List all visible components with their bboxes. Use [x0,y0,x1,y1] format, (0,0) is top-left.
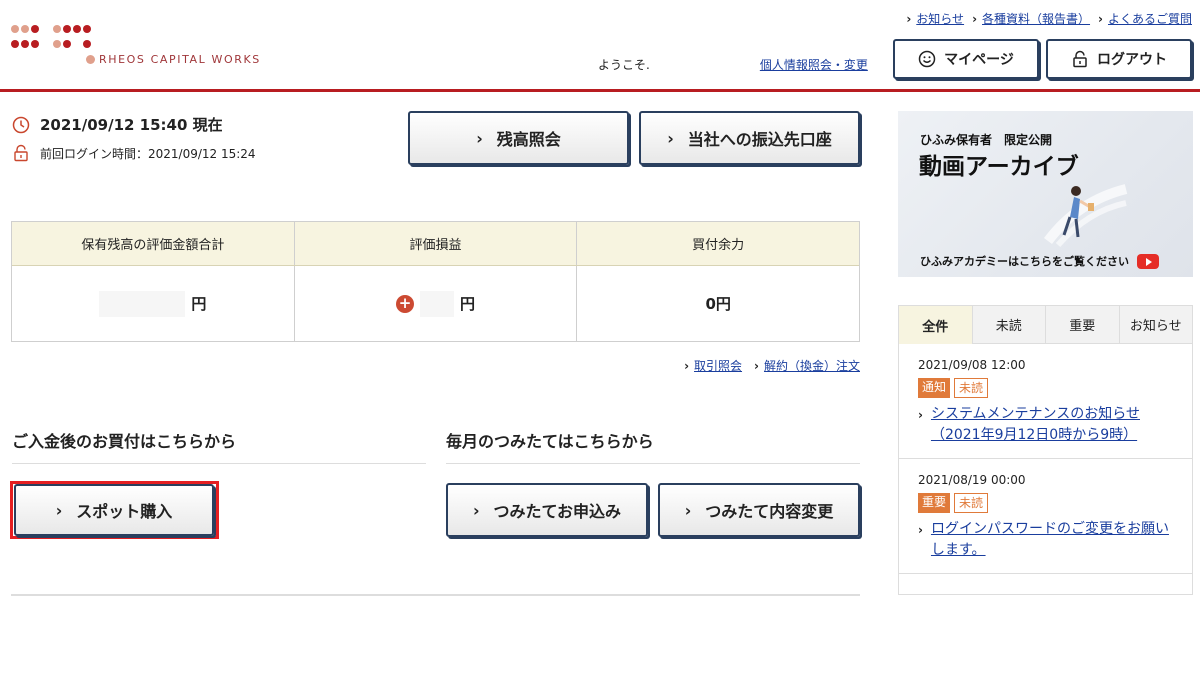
summary-header-total: 保有残高の評価金額合計 [12,222,295,265]
chevron-right-icon: › [684,358,690,373]
summary-value-row: 円 + 円 0円 [12,266,859,341]
monthly-change-label: つみたて内容変更 [705,502,834,521]
link-faq[interactable]: よくあるご質問 [1108,10,1192,27]
youtube-icon [1137,253,1159,269]
news-date: 2021/09/08 12:00 [918,358,1026,372]
mypage-label: マイページ [944,52,1014,68]
chevron-right-icon: › [684,500,692,520]
chevron-right-icon: › [918,408,923,422]
pl-amount-mask [420,290,454,317]
chevron-right-icon: › [55,500,63,520]
smile-icon [918,50,936,68]
balance-label: 残高照会 [496,130,561,149]
transaction-links: › 取引照会 › 解約（換金）注文 [684,357,860,374]
monthly-change-button[interactable]: › つみたて内容変更 [658,483,860,537]
summary-header-pl: 評価損益 [295,222,578,265]
spot-purchase-button[interactable]: › スポット購入 [14,484,214,536]
transfer-label: 当社への振込先口座 [687,130,832,149]
news-title-row: › ログインパスワードのご変更をお願いします。 [918,519,1174,561]
summary-pl-cell: + 円 [295,266,578,341]
video-archive-banner[interactable]: ひふみ保有者 限定公開 動画アーカイブ ひふみアカデミーはこちらをご覧ください [898,111,1193,277]
summary-total-cell: 円 [12,266,295,341]
summary-total-unit: 円 [191,295,207,313]
chevron-right-icon: › [972,11,978,26]
unlock-icon [14,144,28,162]
banner-title: 動画アーカイブ [919,154,1079,180]
logout-label: ログアウト [1097,52,1167,68]
brand-name: RHEOS CAPITAL WORKS [86,53,261,66]
monthly-apply-label: つみたてお申込み [493,502,622,521]
news-title-link[interactable]: ログインパスワードのご変更をお願いします。 [931,519,1174,561]
news-date: 2021/08/19 00:00 [918,473,1026,487]
summary-buying-power-value: 0円 [705,295,731,313]
spot-section-title: ご入金後のお買付はこちらから [12,432,237,451]
last-login-text: 前回ログイン時間：2021/09/12 15:24 [40,146,256,161]
section-bottom-divider [11,594,860,596]
banner-footer-text: ひふみアカデミーはこちらをご覧ください [920,255,1129,268]
transfer-account-button[interactable]: › 当社への振込先口座 [639,111,860,165]
chevron-right-icon: › [667,128,674,148]
tab-notices[interactable]: お知らせ [1119,306,1192,344]
summary-header-buying-power: 買付余力 [692,238,745,253]
summary-header-row: 保有残高の評価金額合計 評価損益 買付余力 [12,222,859,266]
balance-summary-table: 保有残高の評価金額合計 評価損益 買付余力 円 + 円 0円 [11,221,860,342]
link-redemption-order[interactable]: 解約（換金）注文 [764,357,860,374]
logout-button[interactable]: ログアウト [1046,39,1192,79]
badge-unread: 未読 [954,493,989,513]
chevron-right-icon: › [1098,11,1103,26]
username-mask [649,51,750,77]
chevron-right-icon: › [918,523,923,537]
monthly-apply-button[interactable]: › つみたてお申込み [446,483,648,537]
chevron-right-icon: › [754,358,759,373]
badge-important: 重要 [918,493,951,513]
plus-icon: + [396,294,414,313]
current-datetime: 2021/09/12 15:40 現在 [12,114,223,135]
badge-notice: 通知 [918,378,951,398]
datetime-text: 2021/09/12 15:40 現在 [40,116,223,134]
link-transaction-history[interactable]: 取引照会 [694,357,742,374]
divider [446,463,860,464]
clock-icon [12,116,30,133]
banner-footer: ひふみアカデミーはこちらをご覧ください [920,253,1159,269]
chevron-right-icon: › [472,500,480,520]
news-item: 2021/08/19 00:00 重要 未読 › ログインパスワードのご変更をお… [899,459,1192,574]
brand-text: RHEOS CAPITAL WORKS [99,53,261,66]
top-links: › お知らせ › 各種資料（報告書） › よくあるご質問 [906,10,1192,27]
welcome-text: ようこそ. [598,57,650,72]
brand-logo[interactable] [10,24,100,50]
logout-lock-icon [1073,50,1087,68]
news-panel: 全件 未読 重要 お知らせ 2021/09/08 12:00 通知 未読 › シ… [898,305,1193,595]
summary-pl-unit: 円 [460,295,476,313]
news-title-link[interactable]: システムメンテナンスのお知らせ（2021年9月12日0時から9時） [931,404,1174,446]
link-news[interactable]: お知らせ [916,10,964,27]
balance-button[interactable]: › 残高照会 [408,111,629,165]
divider [12,463,426,464]
total-amount-mask [99,290,186,317]
brand-dot-icon [86,55,95,64]
news-tabs: 全件 未読 重要 お知らせ [899,306,1192,344]
chevron-right-icon: › [476,128,483,148]
banner-illustration [1044,184,1128,247]
news-title-row: › システムメンテナンスのお知らせ（2021年9月12日0時から9時） [918,404,1174,446]
news-badges: 重要 未読 [918,493,1174,513]
badge-unread: 未読 [954,378,989,398]
last-login: 前回ログイン時間：2021/09/12 15:24 [12,144,256,162]
mypage-button[interactable]: マイページ [893,39,1039,79]
welcome-area: ようこそ. 個人情報照会・変更 [598,51,868,77]
spot-purchase-label: スポット購入 [76,502,173,521]
tab-important[interactable]: 重要 [1046,306,1120,344]
tab-unread[interactable]: 未読 [972,306,1046,344]
news-badges: 通知 未読 [918,378,1174,398]
site-header: RHEOS CAPITAL WORKS › お知らせ › 各種資料（報告書） › よく… [0,0,1200,92]
tab-all[interactable]: 全件 [899,306,973,344]
monthly-section-title: 毎月のつみたてはこちらから [446,432,654,451]
chevron-right-icon: › [906,11,912,26]
banner-subtitle: ひふみ保有者 限定公開 [920,133,1053,147]
link-reports[interactable]: 各種資料（報告書） [982,10,1090,27]
summary-buying-power-cell: 0円 [577,266,859,341]
news-item: 2021/09/08 12:00 通知 未読 › システムメンテナンスのお知らせ… [899,344,1192,459]
profile-link[interactable]: 個人情報照会・変更 [760,56,868,73]
